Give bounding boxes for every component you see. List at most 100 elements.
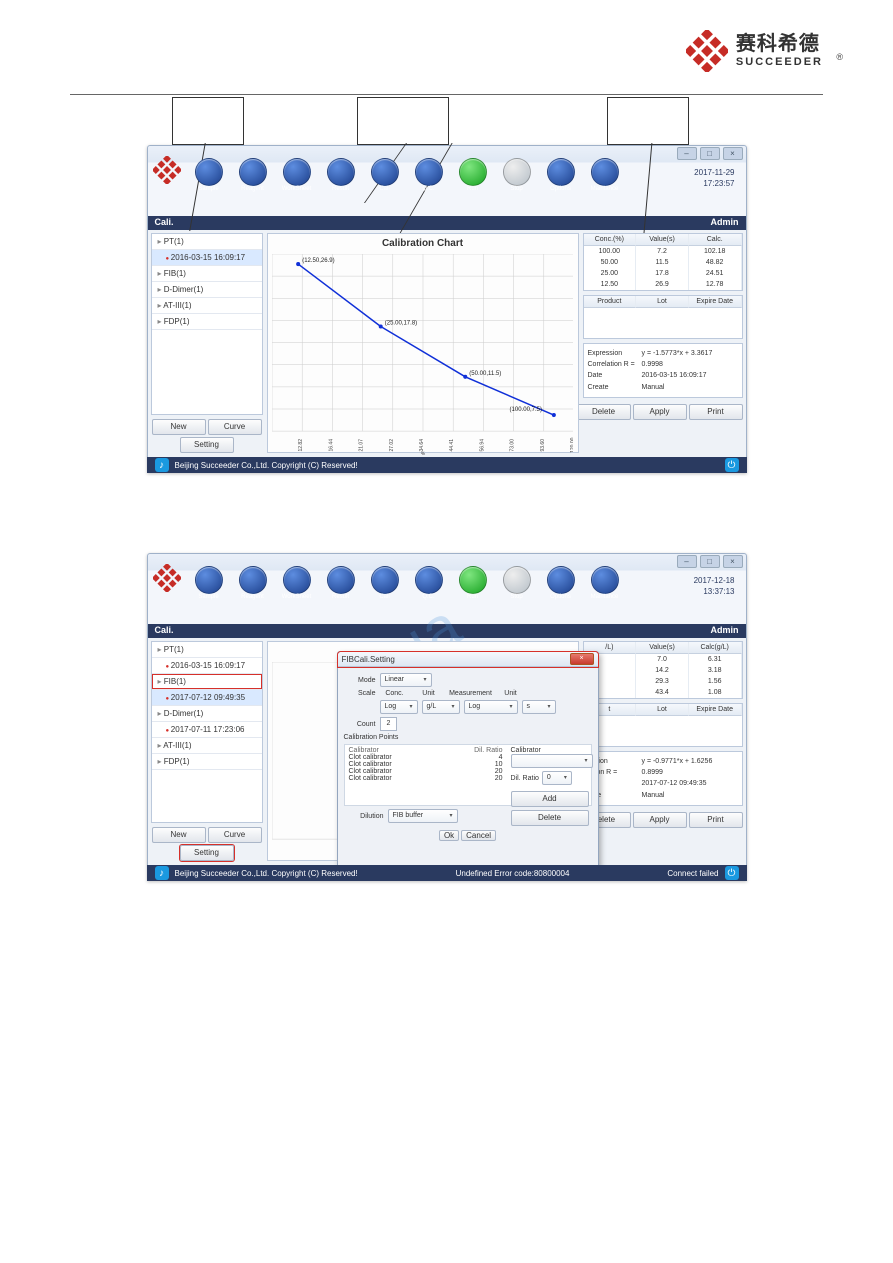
toolbar-stop-button[interactable]: Stop	[497, 566, 537, 600]
apply-button[interactable]: Apply	[633, 404, 687, 420]
mode-label: Mode	[344, 677, 376, 684]
toolbar-options-button[interactable]: Options	[541, 566, 581, 600]
toolbar-result-button[interactable]: Result	[321, 158, 361, 192]
toolbar-stop-button[interactable]: Stop	[497, 158, 537, 192]
print-button[interactable]: Print	[689, 812, 743, 828]
unit2-header: Unit	[498, 690, 524, 697]
screenshot-2: – □ × SampleReagentWorkSheetResultCaliQ.…	[147, 553, 747, 881]
toolbar-cali-button[interactable]: Cali	[365, 566, 405, 600]
toolbar-maintance-button[interactable]: Maintance	[585, 158, 625, 192]
table-header: Calc(g/L)	[689, 642, 742, 654]
toolbar-worksheet-button[interactable]: WorkSheet	[277, 566, 317, 600]
scale-unit2-select[interactable]: s	[522, 700, 556, 714]
tree-item[interactable]: FDP(1)	[152, 314, 262, 330]
datetime-display: 2017-12-18 13:37:13	[688, 573, 741, 600]
toolbar-worksheet-button[interactable]: WorkSheet	[277, 158, 317, 192]
print-button[interactable]: Print	[689, 404, 743, 420]
svg-text:%: %	[420, 451, 425, 455]
ok-button[interactable]: Ok	[439, 830, 459, 841]
scale-unit-select[interactable]: g/L	[422, 700, 460, 714]
power-icon[interactable]: ⏻	[725, 458, 739, 472]
toolbar-result-button[interactable]: Result	[321, 566, 361, 600]
tree-item[interactable]: FIB(1)	[152, 266, 262, 282]
tree-item[interactable]: 2016-03-15 16:09:17	[152, 250, 262, 266]
dialog-title: FIBCali.Setting	[342, 655, 570, 664]
setting-button[interactable]: Setting	[180, 437, 234, 453]
toolbar-run-button[interactable]: Run	[453, 566, 493, 600]
callout-box	[357, 97, 449, 145]
table-cell: 1.08	[689, 687, 742, 698]
new-button[interactable]: New	[152, 419, 206, 435]
toolbar-qc-button[interactable]: Q.C.	[409, 158, 449, 192]
power-icon[interactable]: ⏻	[725, 866, 739, 880]
calibration-chart: (12.50,26.9) (25.00,17.8) (50.00,11.5) (…	[272, 254, 574, 455]
calibrator-row[interactable]: Clot calibrator4	[347, 754, 505, 761]
user-label: Admin	[711, 623, 739, 637]
cancel-button[interactable]: Cancel	[461, 830, 496, 841]
toolbar-maintance-button[interactable]: Maintance	[585, 566, 625, 600]
count-input[interactable]: 2	[380, 717, 398, 731]
tree-item[interactable]: D-Dimer(1)	[152, 282, 262, 298]
tree-item[interactable]: AT-III(1)	[152, 298, 262, 314]
calibrator-row[interactable]: Clot calibrator20	[347, 775, 505, 782]
calibrator-select[interactable]	[511, 754, 593, 768]
scale-conc-select[interactable]: Log	[380, 700, 418, 714]
delete-button[interactable]: Delete	[577, 404, 631, 420]
table-cell: 102.18	[689, 246, 742, 257]
toolbar-sample-button[interactable]: Sample	[189, 158, 229, 192]
toolbar-run-button[interactable]: Run	[453, 158, 493, 192]
tree-item[interactable]: PT(1)	[152, 642, 262, 658]
table-row: 43.41.08	[584, 687, 742, 698]
meas-header: Measurement	[448, 690, 494, 697]
tree-item[interactable]: 2017-07-11 17:23:06	[152, 722, 262, 738]
toolbar-options-button[interactable]: Options	[541, 158, 581, 192]
registered-mark: ®	[836, 52, 843, 62]
tree-item[interactable]: 2017-07-12 09:49:35	[152, 690, 262, 706]
table-cell: 29.3	[636, 676, 689, 687]
date-text: 2017-12-18	[694, 576, 735, 586]
curve-button[interactable]: Curve	[208, 419, 262, 435]
col-expire: Expire Date	[689, 704, 742, 716]
dialog-close-icon[interactable]: ×	[570, 653, 594, 665]
user-label: Admin	[711, 215, 739, 229]
toolbar-qc-button[interactable]: Q.C.	[409, 566, 449, 600]
table-cell: 17.8	[636, 268, 689, 279]
calibrator-row[interactable]: Clot calibrator20	[347, 768, 505, 775]
footer-icon: ♪	[155, 866, 169, 880]
table-cell: 11.5	[636, 257, 689, 268]
mode-select[interactable]: Linear	[380, 673, 432, 687]
toolbar-reagent-button[interactable]: Reagent	[233, 158, 273, 192]
tree-item[interactable]: D-Dimer(1)	[152, 706, 262, 722]
delete-cal-button[interactable]: Delete	[511, 810, 589, 826]
screenshot-1: – □ × SampleReagentWorkSheetResultCaliQ.…	[147, 145, 747, 473]
calibrator-list[interactable]: CalibratorDil. Ratio Clot calibrator4Clo…	[347, 747, 505, 803]
calibrator-row[interactable]: Clot calibrator10	[347, 761, 505, 768]
setting-button[interactable]: Setting	[180, 845, 234, 861]
tree-item[interactable]: FDP(1)	[152, 754, 262, 770]
table-cell: 6.31	[689, 654, 742, 665]
tree-item[interactable]: 2016-03-15 16:09:17	[152, 658, 262, 674]
scale-label: Scale	[344, 690, 376, 697]
curve-button[interactable]: Curve	[208, 827, 262, 843]
footer-status: Connect failed	[667, 869, 718, 878]
cali-setting-dialog: FIBCali.Setting × Mode Linear Scale Conc…	[337, 651, 599, 868]
scale-meas-select[interactable]: Log	[464, 700, 518, 714]
dilratio-select[interactable]: 0	[542, 771, 572, 785]
tree-item[interactable]: PT(1)	[152, 234, 262, 250]
tree-item[interactable]: AT-III(1)	[152, 738, 262, 754]
toolbar-sample-button[interactable]: Sample	[189, 566, 229, 600]
dialog-titlebar[interactable]: FIBCali.Setting ×	[338, 652, 598, 667]
dilution-label: Dilution	[344, 813, 384, 820]
toolbar-cali-button[interactable]: Cali	[365, 158, 405, 192]
dilution-select[interactable]: FIB buffer	[388, 809, 458, 823]
new-button[interactable]: New	[152, 827, 206, 843]
toolbar-reagent-button[interactable]: Reagent	[233, 566, 273, 600]
add-button[interactable]: Add	[511, 791, 589, 807]
footer-copyright: Beijing Succeeder Co.,Ltd. Copyright (C)…	[175, 869, 358, 878]
brand-name-cn: 赛科希德	[736, 33, 823, 56]
assay-tree[interactable]: PT(1)2016-03-15 16:09:17FIB(1)2017-07-12…	[151, 641, 263, 823]
assay-tree[interactable]: PT(1)2016-03-15 16:09:17FIB(1)D-Dimer(1)…	[151, 233, 263, 415]
table-cell: 50.00	[584, 257, 637, 268]
tree-item[interactable]: FIB(1)	[152, 674, 262, 690]
apply-button[interactable]: Apply	[633, 812, 687, 828]
